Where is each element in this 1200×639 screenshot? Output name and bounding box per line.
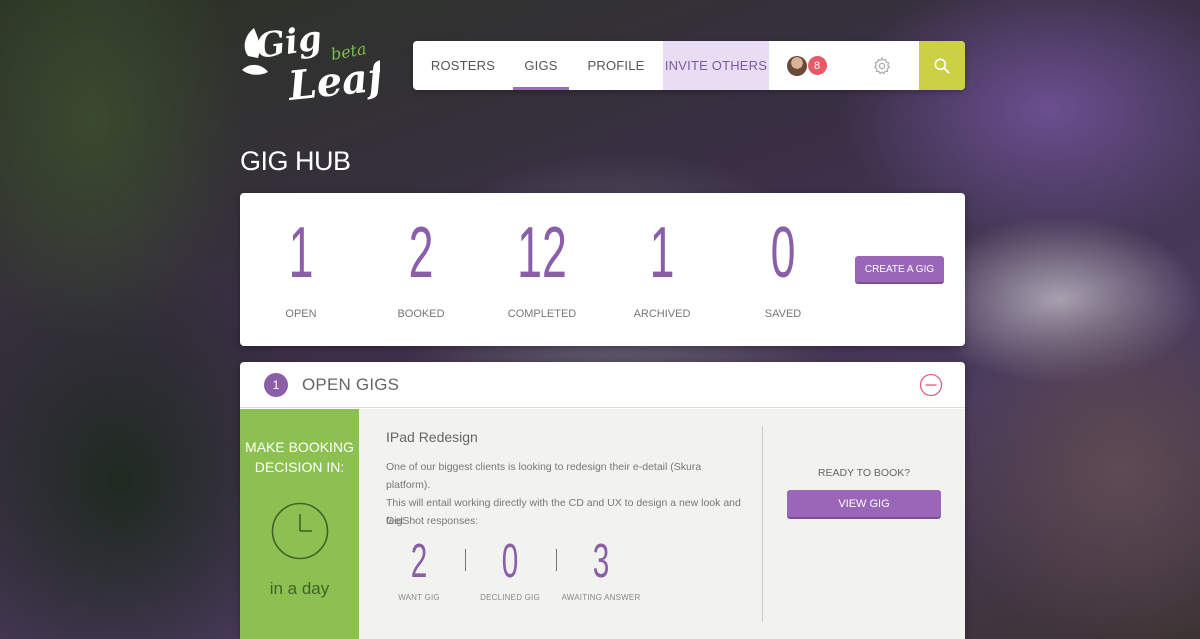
stat-value: 12 (517, 213, 567, 293)
stat-label: BOOKED (397, 308, 445, 320)
avatar[interactable] (786, 55, 807, 76)
stat-label: OPEN (285, 308, 317, 320)
stat-label: COMPLETED (507, 308, 577, 320)
response-divider (465, 549, 466, 571)
response-divider (556, 549, 557, 571)
vertical-divider (762, 426, 763, 622)
nav-invite-others[interactable]: INVITE OTHERS (663, 41, 769, 90)
gig-title[interactable]: IPad Redesign (386, 429, 478, 445)
stat-value: 0 (770, 213, 796, 293)
response-value: 0 (501, 535, 519, 588)
response-value: 2 (410, 535, 428, 588)
nav-rosters[interactable]: ROSTERS (413, 41, 513, 90)
nav-gigs[interactable]: GIGS (513, 41, 569, 90)
stat-value: 2 (408, 213, 434, 293)
response-label: DECLINED GIG (480, 593, 540, 602)
decision-label: MAKE BOOKING DECISION IN: (245, 439, 354, 475)
gig-description-line: One of our biggest clients is looking to… (386, 461, 702, 491)
create-gig-button[interactable]: CREATE A GIG (855, 256, 944, 284)
open-gigs-header[interactable]: 1 OPEN GIGS (240, 362, 965, 408)
search-button[interactable] (919, 41, 965, 90)
response-want-gig: 2 WANT GIG (379, 531, 459, 602)
open-gigs-count: 1 (264, 373, 288, 397)
response-value: 3 (592, 535, 610, 588)
settings-button[interactable] (844, 41, 919, 90)
clock-icon (271, 502, 329, 560)
gear-icon (873, 56, 890, 75)
stat-label: ARCHIVED (633, 308, 691, 320)
response-label: AWAITING ANSWER (561, 593, 641, 602)
stats-card: 1 OPEN 2 BOOKED 12 COMPLETED 1 ARCHIVED … (240, 193, 965, 346)
responses-label: GigShot responses: (386, 515, 479, 527)
response-declined-gig: 0 DECLINED GIG (470, 531, 550, 602)
gig-leaf-logo[interactable]: Gig Leaf beta (240, 18, 380, 113)
open-gigs-panel: 1 OPEN GIGS MAKE BOOKING DECISION IN: in… (240, 362, 965, 639)
stat-value: 1 (649, 213, 675, 293)
user-menu[interactable]: 8 (769, 41, 844, 90)
response-label: WANT GIG (398, 593, 440, 602)
view-gig-button[interactable]: VIEW GIG (787, 490, 941, 519)
gig-card: MAKE BOOKING DECISION IN: in a day IPad … (240, 409, 965, 639)
response-awaiting-answer: 3 AWAITING ANSWER (561, 531, 641, 602)
search-icon (934, 58, 950, 74)
ready-to-book-label: READY TO BOOK? (817, 467, 911, 479)
main-nav: ROSTERS GIGS PROFILE INVITE OTHERS 8 (413, 41, 965, 90)
collapse-icon[interactable] (919, 373, 943, 397)
booking-deadline: MAKE BOOKING DECISION IN: in a day (240, 409, 359, 639)
nav-profile[interactable]: PROFILE (569, 41, 663, 90)
notification-badge: 8 (807, 56, 827, 75)
decision-time: in a day (269, 579, 330, 598)
stat-value: 1 (288, 213, 314, 293)
open-gigs-title: OPEN GIGS (302, 375, 400, 394)
page-title: GIG HUB (240, 146, 351, 176)
stat-label: SAVED (764, 308, 802, 320)
